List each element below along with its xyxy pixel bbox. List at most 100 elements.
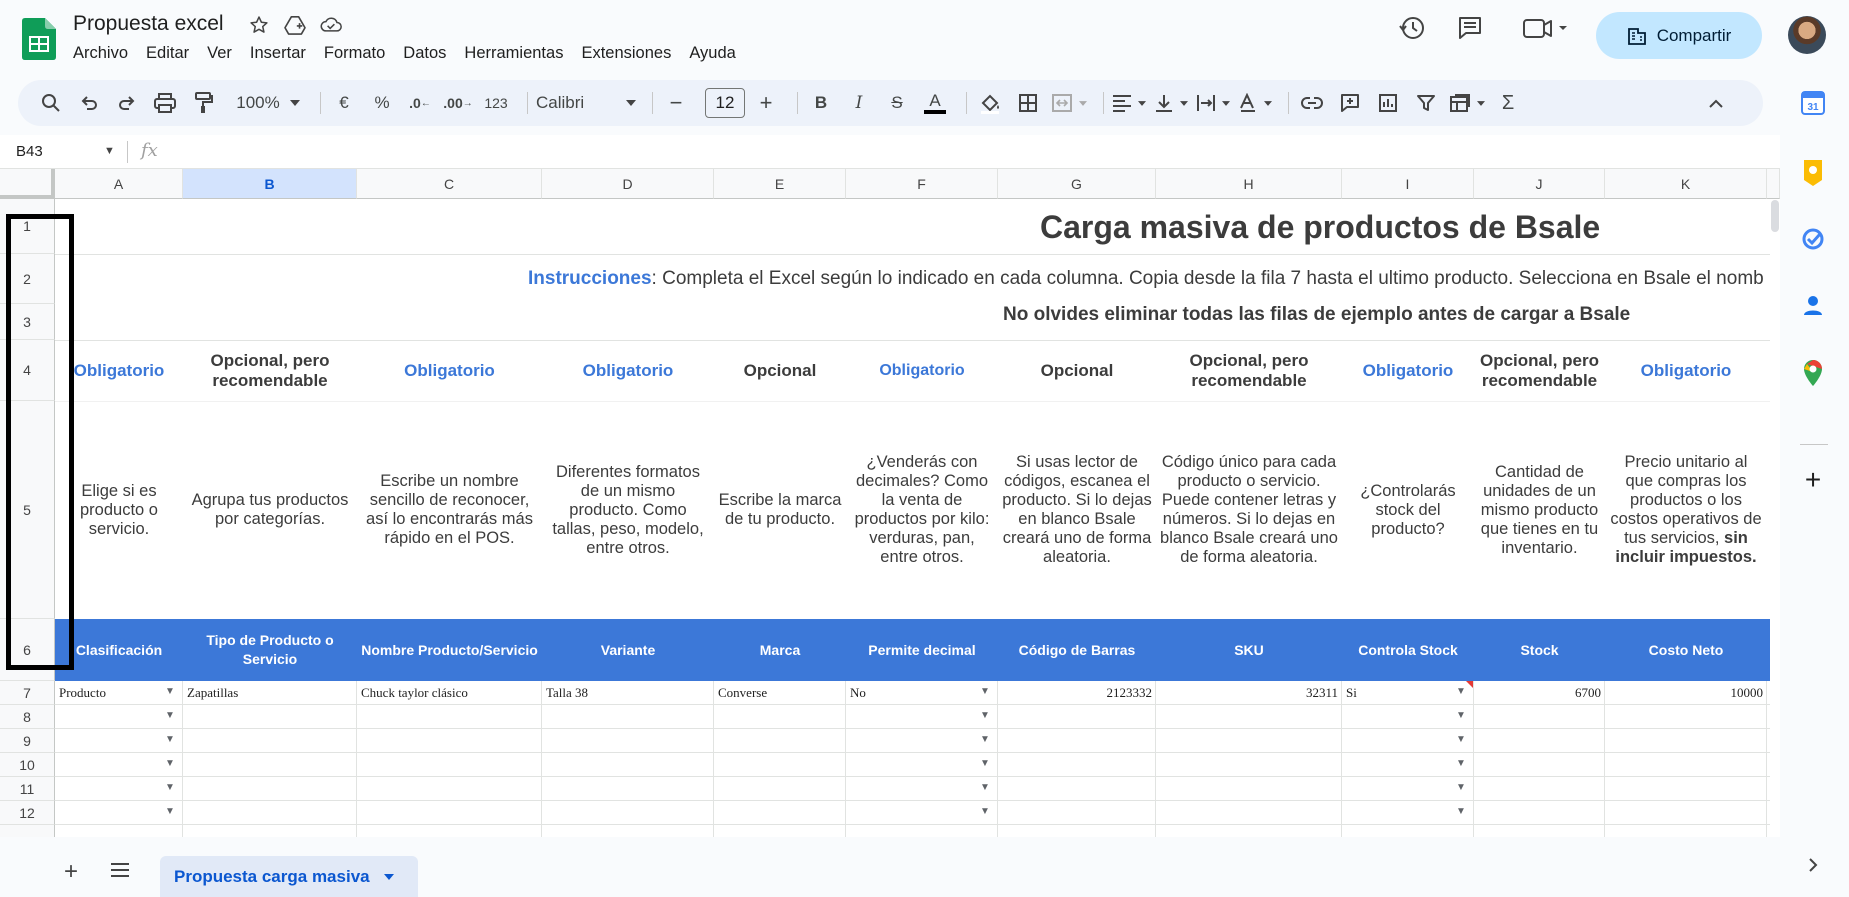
keep-icon[interactable] <box>1800 160 1826 186</box>
move-to-drive-icon[interactable] <box>284 14 306 36</box>
collapse-toolbar-icon[interactable] <box>1701 88 1731 118</box>
text-color-button[interactable]: A <box>920 88 950 118</box>
redo-icon[interactable] <box>112 88 142 118</box>
column-header-f[interactable]: F <box>846 169 998 199</box>
dropdown-arrow-icon[interactable]: ▼ <box>980 782 990 793</box>
cell-k7[interactable]: 10000 <box>1605 681 1767 705</box>
column-header-d[interactable]: D <box>542 169 714 199</box>
cell-c7[interactable]: Chuck taylor clásico <box>357 681 542 705</box>
add-sheet-icon[interactable]: + <box>64 858 78 886</box>
print-icon[interactable] <box>150 88 180 118</box>
horizontal-align-icon[interactable] <box>1112 88 1146 118</box>
calendar-icon[interactable]: 31 <box>1800 90 1826 116</box>
search-menus-icon[interactable] <box>36 88 66 118</box>
dropdown-arrow-icon[interactable]: ▼ <box>1456 686 1466 697</box>
meet-icon[interactable] <box>1522 14 1568 47</box>
number-format-button[interactable]: 123 <box>481 88 511 118</box>
vertical-scrollbar-track[interactable] <box>1770 199 1780 837</box>
text-wrapping-icon[interactable] <box>1196 88 1230 118</box>
chevron-down-icon[interactable] <box>383 873 394 880</box>
dropdown-arrow-icon[interactable]: ▼ <box>1456 806 1466 817</box>
italic-button[interactable]: I <box>844 88 874 118</box>
menu-ayuda[interactable]: Ayuda <box>689 44 736 63</box>
row-header-8[interactable]: 8 <box>0 705 55 729</box>
merge-cells-icon[interactable] <box>1051 88 1087 118</box>
column-header-c[interactable]: C <box>357 169 542 199</box>
column-header-h[interactable]: H <box>1156 169 1342 199</box>
all-sheets-icon[interactable] <box>110 862 130 883</box>
column-header-overflow[interactable] <box>1767 169 1780 199</box>
menu-ver[interactable]: Ver <box>207 44 232 63</box>
cell-b7[interactable]: Zapatillas <box>183 681 357 705</box>
cell-h7[interactable]: 32311 <box>1156 681 1342 705</box>
maps-icon[interactable] <box>1800 360 1826 386</box>
dropdown-arrow-icon[interactable]: ▼ <box>165 734 175 745</box>
bold-button[interactable]: B <box>806 88 836 118</box>
menu-herramientas[interactable]: Herramientas <box>464 44 563 63</box>
row-header-9[interactable]: 9 <box>0 729 55 753</box>
column-header-b[interactable]: B <box>183 169 357 199</box>
column-header-i[interactable]: I <box>1342 169 1474 199</box>
insert-link-icon[interactable] <box>1297 88 1327 118</box>
dropdown-arrow-icon[interactable]: ▼ <box>980 710 990 721</box>
cell-a7[interactable]: Producto <box>55 681 183 705</box>
share-button[interactable]: Compartir <box>1596 12 1762 59</box>
cloud-saved-icon[interactable] <box>320 14 342 36</box>
row-header-10[interactable]: 10 <box>0 753 55 777</box>
font-size-increase-icon[interactable]: + <box>751 88 781 118</box>
dropdown-arrow-icon[interactable]: ▼ <box>1456 734 1466 745</box>
column-header-j[interactable]: J <box>1474 169 1605 199</box>
menu-insertar[interactable]: Insertar <box>250 44 306 63</box>
font-select[interactable]: Calibri <box>536 88 636 118</box>
cell-f7[interactable]: No <box>846 681 998 705</box>
undo-icon[interactable] <box>74 88 104 118</box>
insert-comment-icon[interactable] <box>1335 88 1365 118</box>
menu-datos[interactable]: Datos <box>403 44 446 63</box>
menu-editar[interactable]: Editar <box>146 44 189 63</box>
decrease-decimals-button[interactable]: .0 ← <box>405 88 435 118</box>
menu-formato[interactable]: Formato <box>324 44 385 63</box>
filter-icon[interactable] <box>1411 88 1441 118</box>
plus-icon[interactable]: + <box>1800 464 1826 495</box>
note-indicator[interactable] <box>1466 681 1473 688</box>
dropdown-arrow-icon[interactable]: ▼ <box>1456 710 1466 721</box>
font-size-decrease-icon[interactable]: − <box>661 88 691 118</box>
borders-icon[interactable] <box>1013 88 1043 118</box>
document-title[interactable]: Propuesta excel <box>73 12 224 36</box>
column-header-k[interactable]: K <box>1605 169 1767 199</box>
tasks-icon[interactable] <box>1800 226 1826 252</box>
row-header-11[interactable]: 11 <box>0 777 55 801</box>
vertical-align-icon[interactable] <box>1154 88 1188 118</box>
select-all-corner[interactable] <box>0 169 55 199</box>
dropdown-arrow-icon[interactable]: ▼ <box>980 734 990 745</box>
dropdown-arrow-icon[interactable]: ▼ <box>980 806 990 817</box>
column-header-e[interactable]: E <box>714 169 846 199</box>
dropdown-arrow-icon[interactable]: ▼ <box>165 710 175 721</box>
increase-decimals-button[interactable]: .00 → <box>443 88 473 118</box>
chevron-right-icon[interactable] <box>1800 852 1826 878</box>
spreadsheet-grid[interactable]: A B C D E F G H I J K 1 2 3 4 5 6 7 8 9 … <box>0 169 1780 837</box>
strikethrough-button[interactable]: S <box>882 88 912 118</box>
chevron-down-icon[interactable]: ▼ <box>104 145 115 157</box>
format-percent-button[interactable]: % <box>367 88 397 118</box>
dropdown-arrow-icon[interactable]: ▼ <box>1456 782 1466 793</box>
avatar[interactable] <box>1788 16 1826 54</box>
history-icon[interactable] <box>1398 14 1426 47</box>
star-icon[interactable] <box>248 14 270 36</box>
dropdown-arrow-icon[interactable]: ▼ <box>165 806 175 817</box>
zoom-select[interactable]: 100% <box>232 88 304 118</box>
dropdown-arrow-icon[interactable]: ▼ <box>980 758 990 769</box>
font-size-input[interactable]: 12 <box>705 88 745 118</box>
dropdown-arrow-icon[interactable]: ▼ <box>165 686 175 697</box>
cell-d7[interactable]: Talla 38 <box>542 681 714 705</box>
cell-g7[interactable]: 2123332 <box>998 681 1156 705</box>
name-box[interactable]: B43 <box>16 143 43 160</box>
vertical-scrollbar-thumb[interactable] <box>1771 200 1779 232</box>
fill-color-icon[interactable] <box>975 88 1005 118</box>
paint-format-icon[interactable] <box>188 88 218 118</box>
menu-extensiones[interactable]: Extensiones <box>581 44 671 63</box>
column-header-a[interactable]: A <box>55 169 183 199</box>
row-header-13[interactable] <box>0 825 55 837</box>
functions-button[interactable]: Σ <box>1493 88 1523 118</box>
cell-e7[interactable]: Converse <box>714 681 846 705</box>
